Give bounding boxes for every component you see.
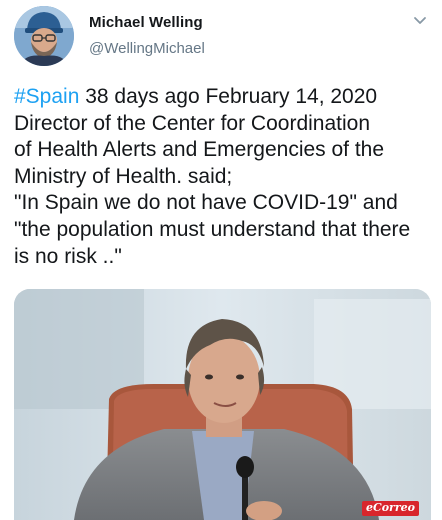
press-conference-photo [14,289,431,520]
avatar[interactable] [14,6,74,66]
tweet-card: Michael Welling @WellingMichael #Spain 3… [0,0,442,520]
user-handle[interactable]: @WellingMichael [89,40,205,57]
chevron-down-icon[interactable] [413,16,427,26]
media-watermark: eCorreo [361,501,419,516]
tweet-text: #Spain 38 days ago February 14, 2020 Dir… [14,84,434,270]
tweet-body: 38 days ago February 14, 2020 Director o… [14,85,411,268]
hashtag-link[interactable]: #Spain [14,85,79,108]
display-name[interactable]: Michael Welling [89,14,203,31]
avatar-image [14,6,74,66]
tweet-media-image[interactable]: eCorreo [14,289,431,520]
